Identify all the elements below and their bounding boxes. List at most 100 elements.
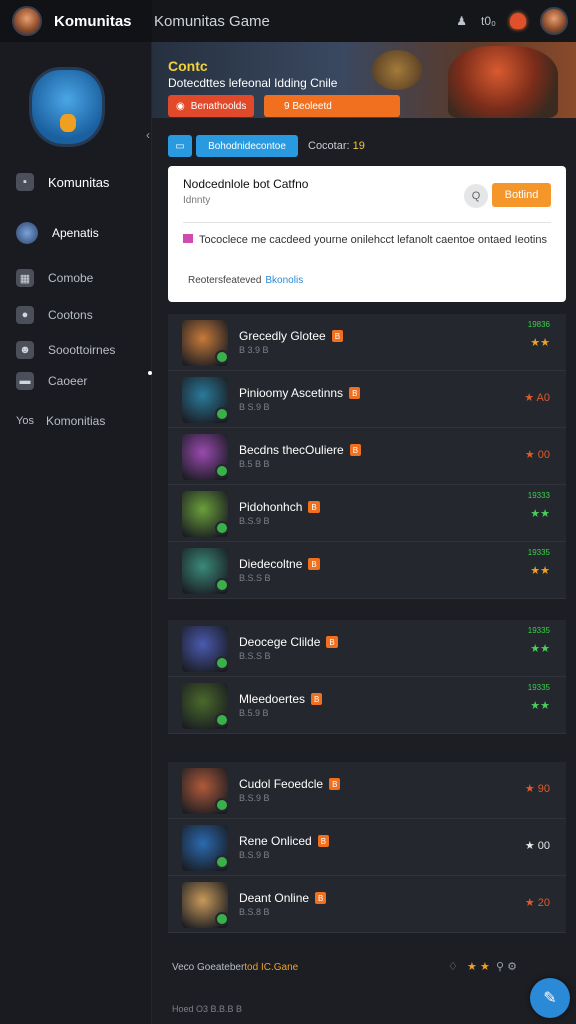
count-label: Cocotar: 19 bbox=[308, 140, 365, 152]
sidebar-item-label: Komonitias bbox=[45, 414, 106, 428]
list-item[interactable]: Becdns thecOuliere B B.5 B B ★ 00 bbox=[168, 428, 566, 485]
game-name-row: Grecedly Glotee B bbox=[239, 329, 344, 343]
game-name: Grecedly Glotee bbox=[239, 329, 326, 343]
game-rating: ★★ bbox=[530, 337, 550, 349]
list-item[interactable]: Grecedly Glotee B B 3.9 B 19836 ★★ bbox=[168, 314, 566, 371]
game-rating: ★★ bbox=[530, 508, 550, 520]
banner-button-secondary[interactable]: 9 Beoleetd bbox=[264, 95, 400, 117]
brand[interactable]: Komunitas bbox=[0, 0, 152, 42]
avatar bbox=[16, 222, 38, 244]
sidebar-item-komonitias[interactable]: Yos Komonitias bbox=[0, 414, 152, 428]
game-name-row: Becdns thecOuliere B bbox=[239, 443, 362, 457]
sidebar-item-label: Caoeer bbox=[48, 374, 88, 388]
banner-art bbox=[372, 50, 422, 90]
sidebar-item-label: Sooottoirnes bbox=[48, 343, 116, 357]
game-name: Deant Online bbox=[239, 891, 310, 905]
scroll-indicator bbox=[148, 371, 152, 375]
sidebar-item-label: Komunitas bbox=[48, 174, 110, 190]
game-name-row: Diedecoltne B bbox=[239, 557, 320, 571]
list-item[interactable]: Deant Online B B.S.8 B ★ 20 bbox=[168, 876, 566, 933]
post-footer-link[interactable]: Bkonolis bbox=[265, 275, 303, 286]
game-rating: ★ 20 bbox=[524, 897, 550, 909]
banner-subtitle: Dotecdttes lefeonal Idding Cnile bbox=[168, 76, 338, 90]
verified-icon bbox=[215, 407, 229, 421]
user-avatar[interactable] bbox=[540, 7, 568, 35]
tab-active[interactable]: Bohodnidecontoe bbox=[196, 135, 298, 157]
star-icon[interactable]: ★ ★ bbox=[467, 961, 490, 973]
hero-banner[interactable]: Contc Dotecdttes lefeonal Idding Cnile ◉… bbox=[152, 42, 576, 118]
sidebar-item-sooottoirnes[interactable]: ☻ Sooottoirnes bbox=[0, 341, 152, 359]
footer-highlight[interactable]: tod IC.Gane bbox=[244, 962, 298, 973]
list-item[interactable]: Mleedoertes B B.5.9 B 19335 ★★ bbox=[168, 677, 566, 734]
divider bbox=[183, 222, 551, 223]
post-footer: Reotersfeateved Bkonolis bbox=[188, 275, 303, 286]
game-name: Cudol Feoedcle bbox=[239, 777, 324, 791]
post-footer-text: Reotersfeateved bbox=[188, 275, 262, 286]
sidebar-item-comobe[interactable]: ▦ Comobe bbox=[0, 269, 152, 287]
game-rating: ★ 00 bbox=[524, 840, 550, 852]
game-badge: B bbox=[326, 636, 338, 648]
game-meta: B.5 B B bbox=[239, 459, 270, 469]
verified-icon bbox=[215, 521, 229, 535]
sidebar-item-caoeer[interactable]: ▬ Caoeer bbox=[0, 372, 152, 390]
game-name: Deocege Clilde bbox=[239, 635, 321, 649]
game-meta: B.S.S B bbox=[239, 573, 271, 583]
game-name-row: Deocege Clilde B bbox=[239, 635, 338, 649]
game-name: Rene Onliced bbox=[239, 834, 312, 848]
hero-character bbox=[448, 46, 558, 118]
game-icon[interactable]: ♟ bbox=[456, 14, 467, 28]
game-badge: B bbox=[315, 892, 327, 904]
game-badge: B bbox=[317, 835, 330, 847]
verified-icon bbox=[215, 464, 229, 478]
list-item[interactable]: Pinioomy Ascetinns B B S.9 B ★ A0 bbox=[168, 371, 566, 428]
arrow-icon[interactable]: ♢ bbox=[448, 961, 458, 973]
sidebar-item-apenatis[interactable]: Apenatis bbox=[0, 222, 152, 244]
banner-button-label: Benathoolds bbox=[190, 100, 247, 112]
sidebar-item-cootons[interactable]: ● Cootons bbox=[0, 306, 152, 324]
game-count: 19335 bbox=[527, 548, 550, 557]
game-meta: B 3.9 B bbox=[239, 345, 269, 355]
list-item[interactable]: Cudol Feoedcle B B.S.9 B ★ 90 bbox=[168, 762, 566, 819]
grid-icon: ▦ bbox=[16, 269, 34, 287]
floating-action-button[interactable]: ✎ bbox=[530, 978, 570, 1018]
post-card: Nodcednlole bot Catfno Idnnty Q Botlind … bbox=[168, 166, 566, 302]
game-rating: ★ A0 bbox=[524, 392, 550, 404]
share-icon[interactable]: ⚲ ⚙ bbox=[496, 961, 517, 973]
count-text: Cocotar: bbox=[308, 140, 350, 152]
game-meta: B.5.9 B bbox=[239, 708, 269, 718]
game-icon-button[interactable]: Q bbox=[464, 184, 488, 208]
post-action-button[interactable]: Botlind bbox=[492, 183, 551, 207]
fire-icon[interactable] bbox=[510, 13, 526, 29]
banner-button-primary[interactable]: ◉ Benathoolds bbox=[168, 95, 255, 117]
copyright: Hoed O3 B.B.B B bbox=[172, 1004, 243, 1014]
collapse-arrow-icon[interactable]: ‹ bbox=[146, 128, 150, 142]
game-badge: B bbox=[349, 444, 362, 456]
game-rating: ★★ bbox=[530, 700, 550, 712]
game-list: Cudol Feoedcle B B.S.9 B ★ 90 Rene Onliced B B… bbox=[168, 762, 566, 933]
list-item[interactable]: Pidohonhch B B.S.9 B 19333 ★★ bbox=[168, 485, 566, 542]
count-value: 19 bbox=[352, 140, 365, 152]
tag-icon bbox=[183, 234, 193, 243]
footer-text: Veco Goeatebertod IC.Gane bbox=[172, 962, 298, 973]
list-item[interactable]: Rene Onliced B B.S.9 B ★ 00 bbox=[168, 819, 566, 876]
gamepad-icon: ● bbox=[16, 306, 34, 324]
game-name: Pidohonhch bbox=[239, 500, 303, 514]
post-message-text: Tococlece me cacdeed yourne onilehcct le… bbox=[199, 234, 547, 246]
game-list: Grecedly Glotee B B 3.9 B 19836 ★★ Pinioomy A… bbox=[168, 314, 566, 599]
tab-icon-button[interactable]: ▭ bbox=[168, 135, 192, 157]
post-title: Nodcednlole bot Catfno bbox=[183, 177, 309, 191]
sidebar-item-komunitas[interactable]: ▪ Komunitas bbox=[0, 173, 152, 191]
square-icon: ▪ bbox=[16, 173, 34, 191]
game-count: 19333 bbox=[527, 491, 550, 500]
sidebar-item-label: Comobe bbox=[48, 271, 94, 285]
people-icon: ☻ bbox=[16, 341, 34, 359]
brand-name: Komunitas bbox=[54, 12, 132, 30]
game-count: 19836 bbox=[527, 320, 550, 329]
list-item[interactable]: Diedecoltne B B.S.S B 19335 ★★ bbox=[168, 542, 566, 599]
counter-label: t0₀ bbox=[481, 14, 496, 28]
verified-icon bbox=[215, 912, 229, 926]
game-name: Diedecoltne bbox=[239, 557, 303, 571]
list-item[interactable]: Deocege Clilde B B.S.S B 19335 ★★ bbox=[168, 620, 566, 677]
verified-icon bbox=[215, 855, 229, 869]
game-name-row: Pinioomy Ascetinns B bbox=[239, 386, 361, 400]
